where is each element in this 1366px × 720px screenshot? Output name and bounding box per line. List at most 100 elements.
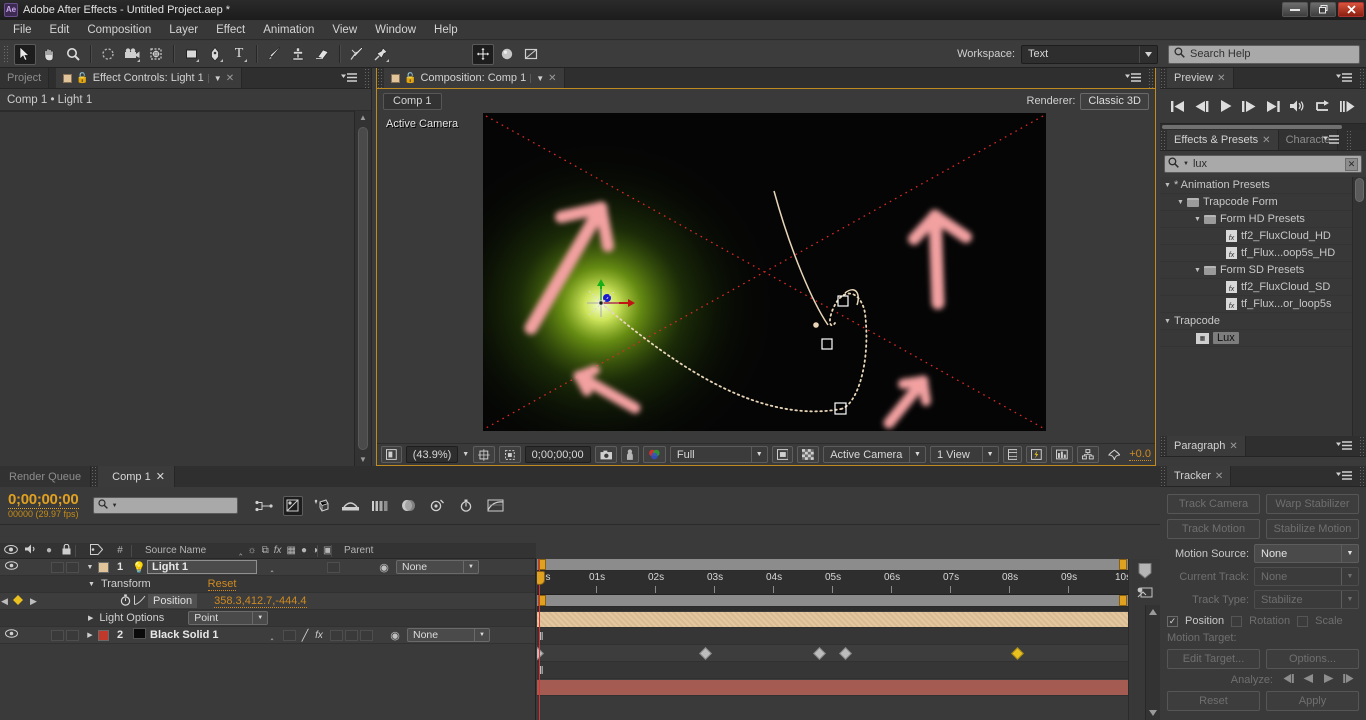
3d-layer-switch[interactable] [327, 561, 340, 573]
table-row[interactable]: ▶ Light Options Point ▼ [0, 610, 535, 627]
enable-motion-blur-icon[interactable] [370, 496, 390, 516]
play-button[interactable] [1220, 100, 1232, 112]
tab-composition[interactable]: 🔓 Composition: Comp 1 ▼ ✕ [384, 68, 565, 88]
menu-window[interactable]: Window [366, 22, 425, 38]
shy-switch[interactable]: ‸ [261, 562, 283, 573]
motion-source-select[interactable]: None ▼ [1254, 544, 1359, 563]
layer-color-swatch[interactable] [98, 629, 109, 641]
comp-flowchart-icon[interactable] [1076, 446, 1099, 463]
camera-tool-icon[interactable] [121, 44, 143, 65]
previous-frame-button[interactable] [1195, 100, 1209, 112]
graph-editor-property-icon[interactable] [132, 595, 148, 608]
selection-tool-icon[interactable] [14, 43, 36, 65]
quality-switch[interactable] [283, 629, 296, 641]
menu-edit[interactable]: Edit [41, 22, 79, 38]
panel-grip-right[interactable] [364, 68, 371, 88]
list-item-trapcode[interactable]: ▼ Trapcode [1160, 313, 1352, 330]
menu-animation[interactable]: Animation [254, 22, 323, 38]
current-track-select[interactable]: None ▼ [1254, 567, 1359, 586]
close-icon[interactable]: ✕ [1217, 73, 1225, 84]
rotation-tool-icon[interactable] [97, 44, 119, 65]
layer-solo-cell[interactable] [51, 629, 64, 641]
panel-menu-icon[interactable] [334, 68, 364, 88]
tab-effects-presets[interactable]: Effects & Presets ✕ [1167, 130, 1279, 150]
close-icon[interactable]: ✕ [226, 73, 234, 84]
layer-name[interactable]: Light 1 [147, 560, 257, 574]
shape-tool-icon[interactable] [180, 44, 202, 65]
timeline-graph[interactable]: 0s 01s 02s 03s 04s 05s 06s 07s 08s 09s 1… [537, 559, 1128, 720]
edit-target-button[interactable]: Edit Target... [1167, 649, 1260, 669]
chevron-down-icon[interactable]: ▼ [1164, 182, 1171, 189]
graph-curve-icon[interactable] [486, 496, 506, 516]
list-item-tf2-fluxcloud-sd[interactable]: fx tf2_FluxCloud_SD [1160, 279, 1352, 296]
apply-button[interactable]: Apply [1266, 691, 1359, 711]
panel-menu-icon[interactable] [1329, 436, 1359, 456]
keyframe[interactable] [813, 647, 826, 660]
table-row[interactable]: ▶ 2 Black Solid 1 ‸ ╱ fx ◉ None ▼ [0, 627, 535, 644]
comp-render-icon[interactable] [1135, 583, 1155, 601]
menu-effect[interactable]: Effect [207, 22, 254, 38]
scroll-up-icon[interactable]: ▲ [359, 113, 367, 122]
stabilize-motion-button[interactable]: Stabilize Motion [1266, 519, 1359, 539]
transparency-grid-icon[interactable] [797, 446, 820, 463]
show-channel-icon[interactable] [643, 446, 666, 463]
preview-horizontal-scrollbar[interactable] [1160, 123, 1366, 130]
list-item-trapcode-form[interactable]: ▼ Trapcode Form [1160, 194, 1352, 211]
work-area-end-handle[interactable] [1119, 559, 1127, 570]
scroll-down-icon[interactable] [1149, 710, 1157, 716]
zoom-level-select[interactable]: (43.9%) [405, 446, 459, 463]
effects-presets-scrollbar[interactable] [1352, 177, 1366, 436]
effects-presets-tree[interactable]: ▼ * Animation Presets ▼ Trapcode Form ▼ … [1160, 177, 1352, 436]
table-row[interactable]: ▼ Transform Reset [0, 576, 535, 593]
timeline-layers-list[interactable]: ▼ 1 💡 Light 1 ‸ ◉ None ▼ ▼ Transform Res… [0, 559, 536, 720]
stopwatch-icon[interactable] [118, 593, 132, 609]
first-frame-button[interactable] [1171, 100, 1185, 112]
comp-panel-grip[interactable] [377, 68, 384, 88]
parent-column-header[interactable]: Parent [341, 545, 373, 556]
scroll-down-icon[interactable]: ▼ [359, 455, 367, 464]
hand-tool-icon[interactable] [38, 44, 60, 65]
chevron-down-icon[interactable]: ▼ [1183, 161, 1189, 167]
rotation-checkbox[interactable] [1231, 615, 1243, 627]
effects-search-input[interactable]: ▼ lux ✕ [1164, 155, 1362, 173]
chevron-down-icon[interactable]: ▼ [530, 73, 544, 83]
previous-keyframe-arrow[interactable]: ◀ [0, 596, 9, 607]
comp-timecode[interactable]: 0;00;00;00 [524, 446, 591, 463]
choose-grid-guides-icon[interactable] [473, 446, 495, 463]
motion-blur-switch[interactable] [345, 629, 358, 641]
work-area-bar[interactable] [537, 595, 1128, 607]
text-tool-icon[interactable]: T [228, 44, 250, 65]
exposure-value[interactable]: +0.0 [1129, 448, 1151, 461]
comp-name-chip[interactable]: Comp 1 [383, 92, 442, 110]
track-type-select[interactable]: Stabilize ▼ [1254, 590, 1359, 609]
comp-marker-bin-icon[interactable] [1135, 562, 1155, 580]
paragraph-grip-right[interactable] [1359, 436, 1366, 456]
tracker-grip-right[interactable] [1359, 466, 1366, 486]
region-preview-icon[interactable] [771, 446, 794, 463]
puppet-pin-tool-icon[interactable] [370, 44, 392, 65]
keyframe-navigator-diamond[interactable] [9, 594, 27, 608]
parent-select[interactable]: None ▼ [396, 560, 479, 574]
region-of-interest-icon[interactable] [498, 446, 521, 463]
scrollbar-thumb[interactable] [358, 127, 368, 450]
analyze-forward-icon[interactable] [1323, 674, 1334, 686]
layer-color-swatch[interactable] [98, 561, 109, 573]
take-snapshot-icon[interactable] [594, 446, 618, 463]
position-keyframes-row[interactable] [537, 645, 1128, 662]
reset-button[interactable]: Reset [1167, 691, 1260, 711]
composition-canvas[interactable] [421, 113, 1046, 475]
time-ruler[interactable]: 0s 01s 02s 03s 04s 05s 06s 07s 08s 09s 1… [537, 571, 1128, 595]
zoom-tool-icon[interactable] [62, 44, 84, 65]
scale-checkbox[interactable] [1297, 615, 1309, 627]
view-camera-select[interactable]: Active Camera ▼ [823, 446, 926, 463]
keyframe-selected[interactable] [1011, 647, 1024, 660]
layer-visibility-toggle[interactable] [0, 629, 22, 641]
menu-help[interactable]: Help [425, 22, 467, 38]
tracker-grip[interactable] [1160, 466, 1167, 486]
close-button[interactable] [1338, 2, 1364, 17]
transform-reset-link[interactable]: Reset [207, 578, 237, 591]
clear-icon[interactable]: ✕ [1345, 157, 1358, 171]
loop-button[interactable] [1315, 100, 1330, 112]
list-item-lux[interactable]: ▦ Lux [1160, 330, 1352, 347]
pan-behind-tool-icon[interactable] [145, 44, 167, 65]
